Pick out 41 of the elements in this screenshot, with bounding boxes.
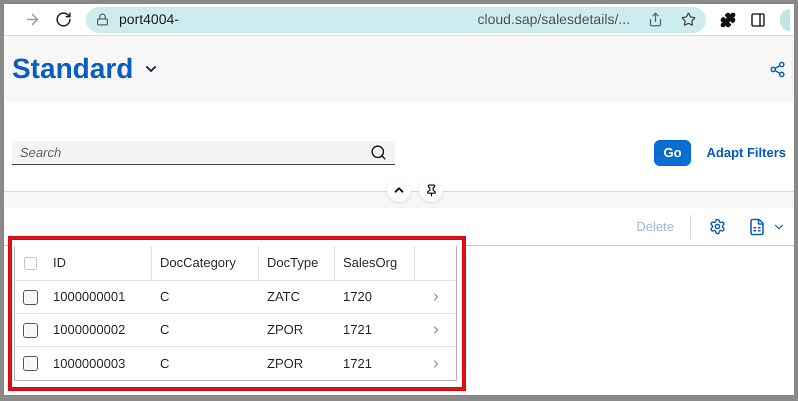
table-cell: 1000000001 — [53, 289, 126, 304]
share-icon[interactable] — [769, 60, 786, 78]
address-bar[interactable]: port4004- cloud.sap/salesdetails/... — [86, 6, 706, 32]
table-cell: ZPOR — [267, 356, 304, 370]
collapse-button[interactable] — [387, 178, 411, 202]
row-checkbox[interactable] — [22, 322, 38, 338]
table-cell: ZPOR — [267, 322, 304, 337]
star-icon[interactable] — [681, 12, 696, 27]
table-cell: C — [160, 322, 170, 337]
table-cell: 1721 — [343, 322, 372, 337]
pin-button[interactable] — [419, 178, 443, 202]
reload-icon[interactable] — [55, 11, 72, 28]
table-cell: 1720 — [343, 289, 372, 304]
column-header[interactable]: ID — [45, 246, 152, 280]
adapt-filters-link[interactable]: Adapt Filters — [706, 143, 786, 163]
select-all-checkbox[interactable] — [24, 256, 36, 270]
go-button[interactable]: Go — [654, 140, 691, 166]
table-cell: 1721 — [343, 356, 372, 370]
search-field[interactable]: Search — [12, 141, 395, 165]
search-icon[interactable] — [370, 144, 387, 161]
export-icon[interactable] — [748, 218, 766, 236]
column-header[interactable]: DocCategory — [152, 246, 259, 280]
table-cell: C — [160, 356, 170, 370]
extensions-icon[interactable] — [720, 12, 736, 28]
side-panel-icon[interactable] — [750, 12, 766, 28]
url-text: port4004- — [119, 10, 179, 29]
column-header[interactable]: SalesOrg — [335, 246, 415, 280]
table-cell: C — [160, 289, 170, 304]
table-cell: 1000000003 — [53, 356, 126, 370]
url-text: cloud.sap/salesdetails/... — [477, 10, 630, 29]
column-header[interactable]: DocType — [259, 246, 335, 280]
table-cell: 1000000002 — [53, 322, 126, 337]
lock-icon — [96, 13, 109, 26]
forward-icon[interactable] — [24, 11, 41, 28]
row-checkbox[interactable] — [22, 356, 38, 371]
share-icon[interactable] — [648, 12, 663, 27]
row-checkbox[interactable] — [22, 290, 38, 304]
table-cell: ZATC — [267, 289, 300, 304]
settings-icon[interactable] — [709, 218, 726, 235]
variant-title[interactable]: Standard — [12, 48, 160, 90]
pin-icon — [424, 184, 438, 196]
